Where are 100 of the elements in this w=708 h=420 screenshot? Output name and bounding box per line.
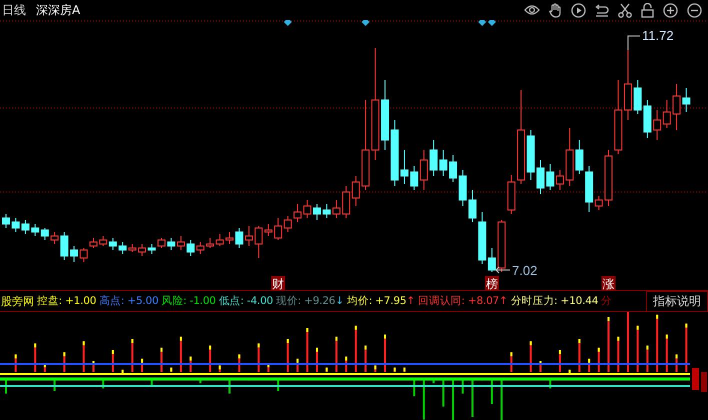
candlestick [352, 176, 360, 206]
indicator-bar [238, 354, 240, 372]
candlestick [546, 164, 554, 190]
indicator-bar [636, 326, 639, 372]
lock-icon[interactable] [641, 2, 654, 18]
indicator-bar [122, 370, 124, 374]
play-icon[interactable] [571, 2, 586, 18]
indicator-bar [413, 378, 416, 396]
candlestick [40, 228, 49, 240]
candlestick [439, 150, 448, 176]
candlestick [70, 246, 78, 262]
candlestick [206, 238, 214, 248]
indicator-value: 均价: +7.95 [347, 294, 406, 308]
indicator-bar [345, 356, 348, 372]
period-label[interactable]: 日线 [2, 2, 26, 18]
indicator-bar [150, 378, 153, 386]
candlestick [430, 140, 438, 176]
indicator-bar [277, 378, 280, 391]
indicator-bar [471, 378, 474, 417]
zoom-out-icon[interactable] [687, 2, 702, 18]
indicator-bar [44, 363, 46, 372]
indicator-value: 分 [601, 294, 612, 308]
candlestick [342, 186, 350, 218]
indicator-bar [530, 341, 532, 372]
candlestick [216, 234, 224, 246]
hand-icon[interactable] [549, 2, 562, 18]
high-price-label: 11.72 [642, 28, 674, 43]
candlestick [468, 190, 476, 222]
indicator-bar [452, 378, 454, 420]
indicator-bar [384, 334, 386, 372]
indicator-bar [258, 343, 260, 372]
scissors-icon[interactable] [618, 2, 632, 18]
indicator-bar [549, 378, 552, 388]
indicator-help-button[interactable]: 指标说明 [646, 290, 708, 312]
indicator-bar [218, 365, 221, 372]
eye-icon[interactable] [524, 4, 540, 16]
indicator-bar [141, 358, 144, 372]
candlestick [507, 174, 516, 214]
candlestick [303, 200, 312, 218]
indicator-bar [54, 378, 56, 391]
indicator-bar [568, 370, 571, 374]
undo-icon[interactable] [595, 4, 609, 16]
indicator-bar [500, 378, 503, 420]
indicator-bar [34, 343, 36, 372]
candlestick [12, 218, 20, 232]
candlestick [244, 226, 253, 246]
indicator-bar [626, 312, 629, 372]
indicator-bar [316, 348, 318, 372]
candlestick [332, 200, 340, 218]
event-marker[interactable]: 财 [272, 277, 284, 290]
candlestick [322, 204, 331, 218]
indicator-value: 回调认同: +8.07 [418, 294, 500, 308]
indicator-bar [598, 348, 600, 372]
indicator-bar [490, 378, 493, 404]
indicator-bar [588, 358, 590, 372]
event-marker[interactable]: 榜 [486, 277, 498, 290]
indicator-bar [510, 352, 512, 372]
indicator-value: 现价: +9.26 [276, 294, 336, 308]
indicator-bar [578, 339, 580, 372]
indicator-bar [160, 348, 162, 372]
candlestick [148, 244, 156, 254]
candlestick [312, 204, 321, 220]
indicator-bar [608, 317, 610, 372]
indicator-value: 风险: -1.00 [162, 294, 216, 308]
stock-name: 深深房A [36, 2, 80, 18]
indicator-bar [354, 326, 357, 372]
candlestick [381, 80, 390, 150]
indicator-bar [335, 336, 338, 372]
indicator-bar [394, 368, 396, 372]
indicator-bar [82, 341, 85, 372]
event-marker[interactable]: 涨 [602, 277, 615, 290]
candlestick [536, 160, 544, 194]
candlestick [643, 100, 652, 138]
candlestick [176, 236, 185, 250]
candlestick [498, 220, 506, 272]
candlestick [21, 220, 30, 234]
indicator-bar [422, 378, 425, 420]
candlestick [634, 80, 642, 114]
indicator-bar [403, 368, 406, 372]
low-price-leader [495, 266, 510, 274]
indicator-bar [5, 378, 7, 394]
indicator-bar [656, 314, 658, 372]
zoom-in-icon[interactable] [663, 2, 678, 18]
indicator-bar [646, 346, 648, 372]
indicator-bar [228, 378, 231, 394]
indicator-bar [442, 378, 444, 407]
indicator-bar [306, 328, 308, 372]
overlapping-labels-drawing [692, 368, 707, 392]
indicator-bar [617, 336, 620, 372]
candlestick [662, 100, 671, 128]
indicator-bar [364, 346, 367, 372]
candlestick [2, 214, 10, 228]
candlestick [458, 170, 467, 206]
candlestick [604, 150, 613, 206]
high-price-leader [628, 36, 640, 50]
indicator-bar [432, 378, 435, 384]
indicator-bar [540, 361, 542, 372]
candlestick [89, 238, 98, 248]
indicator-bar [326, 368, 328, 372]
indicator-bar [296, 358, 299, 372]
